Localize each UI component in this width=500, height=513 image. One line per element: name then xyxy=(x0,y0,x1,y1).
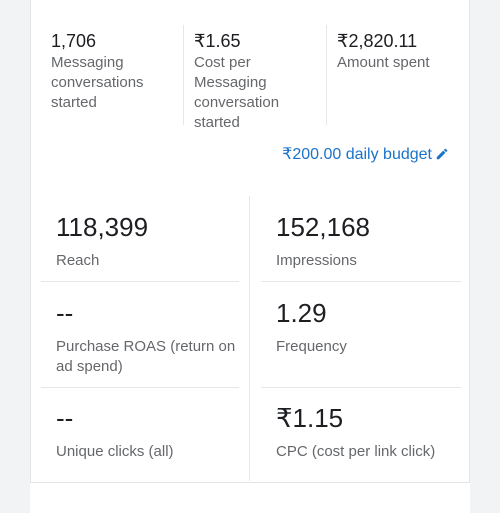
summary-label: Messaging conversations started xyxy=(51,54,144,111)
metric-label: Unique clicks (all) xyxy=(56,443,174,460)
metric-value: -- xyxy=(56,403,74,433)
daily-budget-link[interactable]: ₹200.00 daily budget xyxy=(282,144,449,164)
ad-results-card: 1,706 Messaging conversations started ₹1… xyxy=(30,0,470,488)
metric-label: Impressions xyxy=(276,252,357,269)
summary-label: Cost per Messaging conversation started xyxy=(194,54,280,131)
summary-divider xyxy=(183,25,184,125)
summary-messaging-conversations: 1,706 Messaging conversations started xyxy=(51,31,176,113)
summary-divider xyxy=(326,25,327,125)
metrics-row-divider xyxy=(41,387,239,388)
metric-unique-clicks: -- Unique clicks (all) xyxy=(56,404,246,462)
metric-label: CPC (cost per link click) xyxy=(276,443,436,460)
metric-value: 118,399 xyxy=(56,212,149,242)
next-card-edge xyxy=(30,482,470,513)
summary-amount-spent: ₹2,820.11 Amount spent xyxy=(337,31,467,73)
metrics-row-divider xyxy=(261,281,461,282)
summary-value: ₹2,820.11 xyxy=(337,31,418,51)
summary-value: 1,706 xyxy=(51,31,97,51)
metrics-row-divider xyxy=(41,281,239,282)
summary-row: 1,706 Messaging conversations started ₹1… xyxy=(31,0,471,136)
summary-value: ₹1.65 xyxy=(194,31,241,51)
metric-label: Reach xyxy=(56,252,100,269)
metric-purchase-roas: -- Purchase ROAS (return on ad spend) xyxy=(56,299,241,377)
metric-label: Frequency xyxy=(276,338,347,355)
metric-value: ₹1.15 xyxy=(276,403,344,433)
metric-reach: 118,399 Reach xyxy=(56,213,246,271)
metric-value: -- xyxy=(56,298,74,328)
metric-cpc: ₹1.15 CPC (cost per link click) xyxy=(276,404,466,462)
metric-value: 152,168 xyxy=(276,212,370,242)
metric-impressions: 152,168 Impressions xyxy=(276,213,466,271)
metrics-row-divider xyxy=(261,387,461,388)
metric-value: 1.29 xyxy=(276,298,327,328)
daily-budget-label: ₹200.00 daily budget xyxy=(282,146,432,163)
metric-frequency: 1.29 Frequency xyxy=(276,299,466,357)
metrics-divider xyxy=(249,196,250,481)
metric-label: Purchase ROAS (return on ad spend) xyxy=(56,338,236,375)
summary-label: Amount spent xyxy=(337,54,430,71)
pencil-icon[interactable] xyxy=(435,147,449,161)
summary-cost-per-conversation: ₹1.65 Cost per Messaging conversation st… xyxy=(194,31,324,133)
